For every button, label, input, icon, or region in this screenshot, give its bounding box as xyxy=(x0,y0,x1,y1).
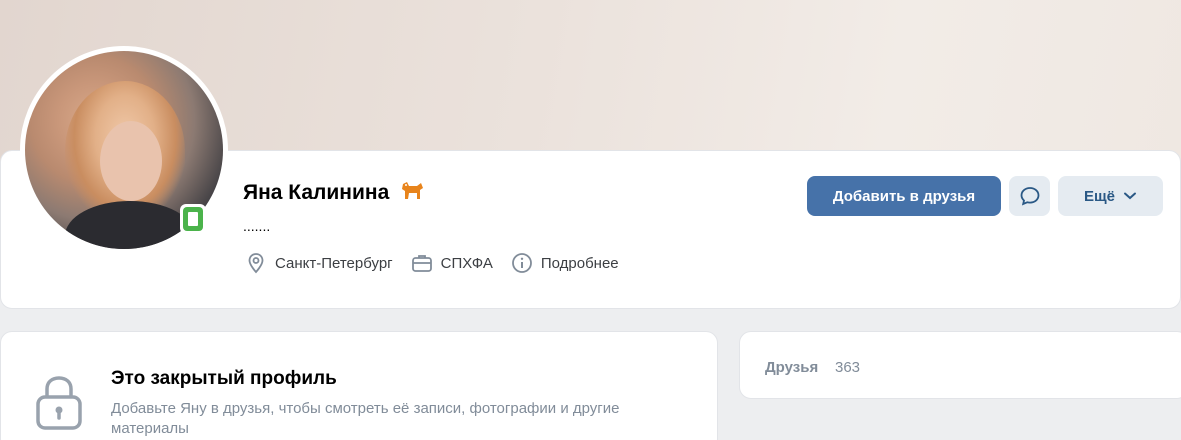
private-profile-card: Это закрытый профиль Добавьте Яну в друз… xyxy=(0,331,718,440)
message-button[interactable] xyxy=(1009,176,1050,216)
lock-icon xyxy=(36,376,82,430)
profile-name: Яна Калинина xyxy=(243,181,390,204)
location-pin-icon xyxy=(248,253,264,274)
profile-status: ....... xyxy=(243,218,271,234)
message-bubble-icon xyxy=(1020,187,1039,206)
friends-count: 363 xyxy=(835,359,861,376)
friends-label: Друзья xyxy=(765,359,819,376)
mobile-online-icon xyxy=(180,204,206,234)
private-profile-text: Добавьте Яну в друзья, чтобы смотреть её… xyxy=(111,400,620,437)
private-profile-title: Это закрытый профиль xyxy=(111,368,337,389)
profile-name-row: Яна Калинина xyxy=(243,180,425,206)
info-work[interactable]: СПХФА xyxy=(411,252,493,274)
info-city[interactable]: Санкт-Петербург xyxy=(245,252,393,274)
info-more[interactable]: Подробнее xyxy=(511,252,619,274)
info-work-label: СПХФА xyxy=(440,254,493,272)
info-circle-icon xyxy=(511,253,532,273)
info-more-label: Подробнее xyxy=(540,254,619,272)
briefcase-icon xyxy=(411,255,432,272)
info-city-label: Санкт-Петербург xyxy=(275,254,393,272)
more-button[interactable]: Ещё xyxy=(1058,176,1163,216)
add-friend-button[interactable]: Добавить в друзья xyxy=(807,176,1001,216)
profile-info-row: Санкт-Петербург СПХФА Подробнее xyxy=(245,252,637,274)
chevron-down-icon xyxy=(1124,192,1136,200)
friends-card[interactable]: Друзья 363 xyxy=(739,331,1181,399)
dog-icon[interactable] xyxy=(399,180,425,206)
more-label: Ещё xyxy=(1083,187,1115,205)
